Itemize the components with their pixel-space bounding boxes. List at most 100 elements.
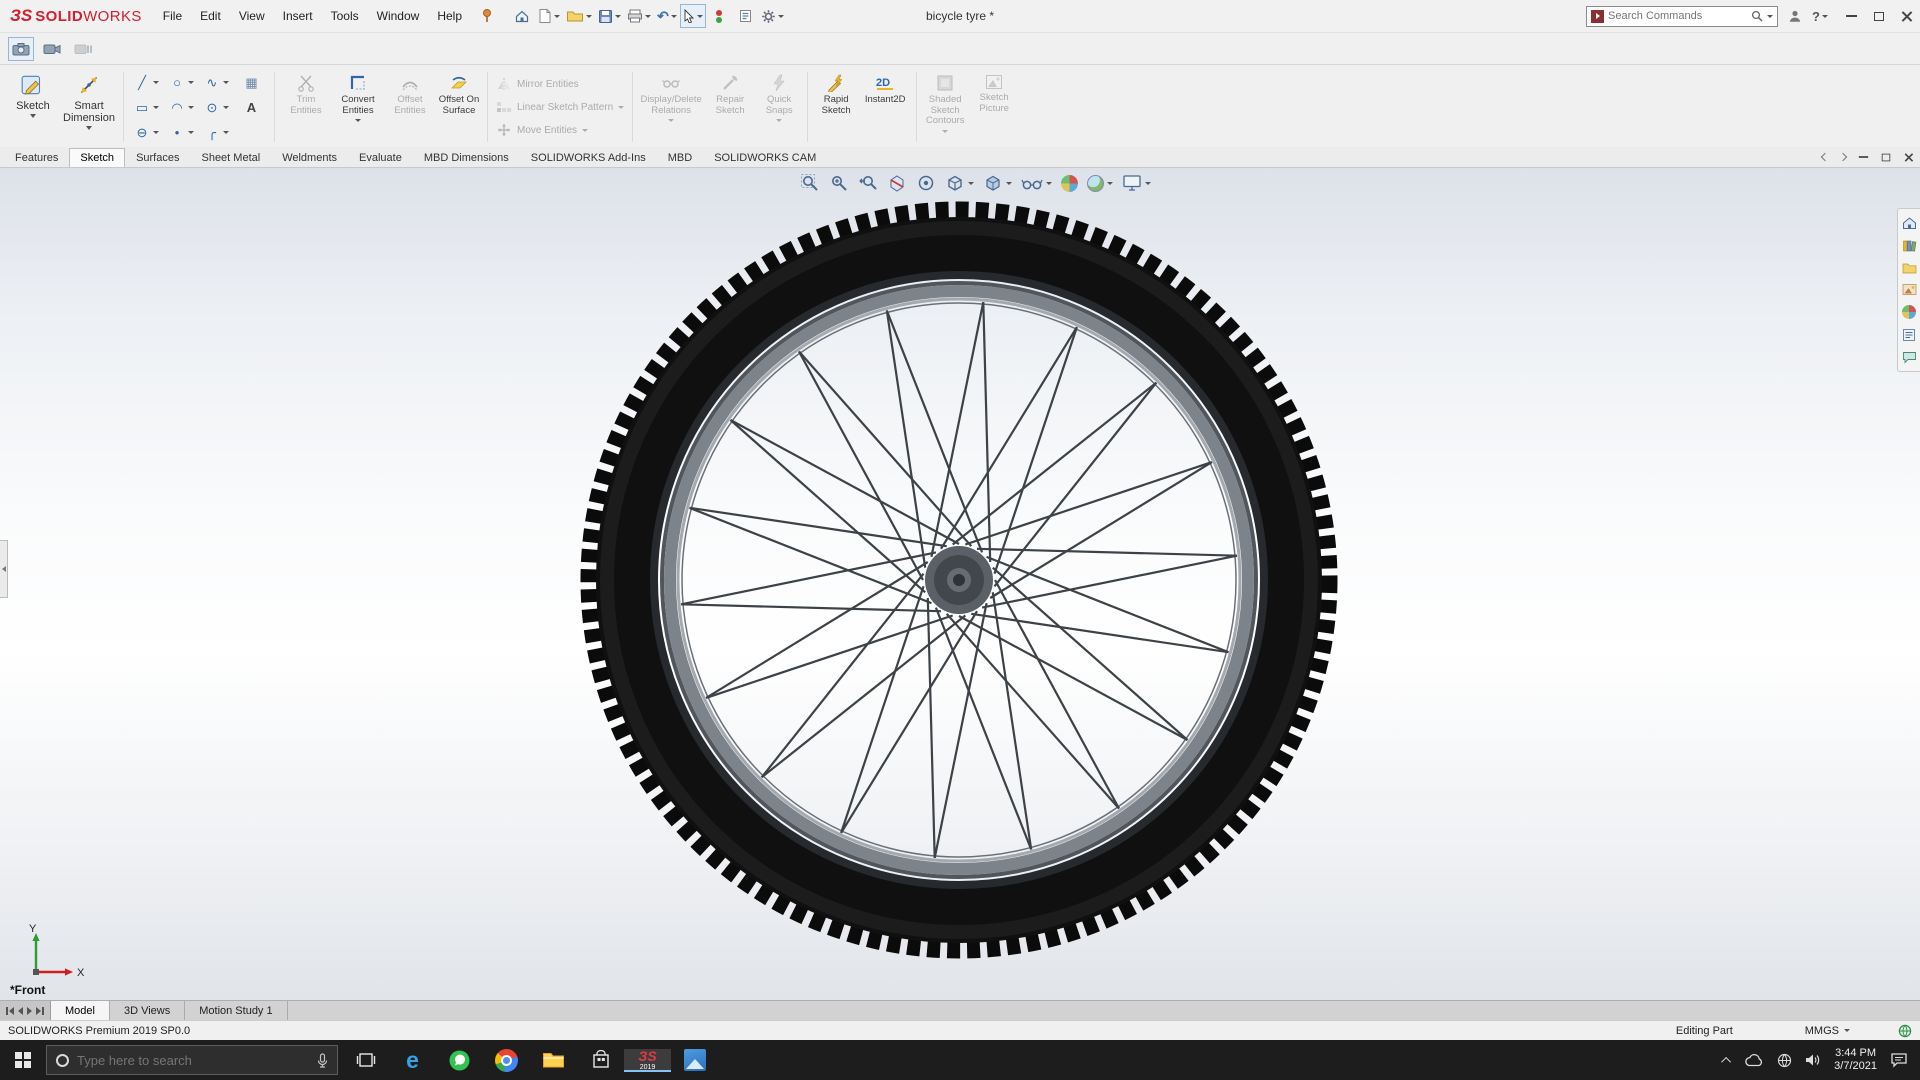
menu-tools[interactable]: Tools [322, 5, 368, 27]
appearances-scenes-icon[interactable] [1902, 305, 1916, 319]
document-restore-button[interactable] [1882, 153, 1891, 161]
menu-help[interactable]: Help [428, 5, 471, 27]
previous-document-icon[interactable] [1821, 153, 1829, 161]
taskbar-search-input[interactable] [77, 1053, 309, 1068]
zoom-to-fit-button[interactable] [800, 173, 820, 193]
quick-snaps-button[interactable]: Quick Snaps [756, 67, 802, 147]
fillet-tool-caret[interactable] [223, 131, 229, 134]
taskbar-search-box[interactable] [46, 1045, 338, 1075]
new-document-caret[interactable] [554, 15, 560, 18]
document-close-button[interactable] [1904, 153, 1913, 162]
next-tab-icon[interactable] [27, 1007, 32, 1015]
instant2d-button[interactable]: 2D Instant2D [859, 67, 911, 147]
units-selector[interactable]: MMGS [1805, 1025, 1850, 1037]
tab-surfaces[interactable]: Surfaces [125, 148, 190, 167]
zoom-to-area-button[interactable] [829, 173, 849, 193]
tab-weldments[interactable]: Weldments [271, 148, 348, 167]
save-caret[interactable] [615, 15, 621, 18]
ellipse-tool-caret[interactable] [223, 106, 229, 109]
linear-pattern-caret[interactable] [618, 106, 624, 109]
command-search-box[interactable] [1586, 6, 1778, 27]
hide-show-items-button[interactable] [1021, 173, 1052, 193]
rebuild-button[interactable] [706, 4, 732, 28]
graphics-viewport[interactable]: Y X *Front [0, 168, 1920, 1000]
dynamic-annotation-views-button[interactable] [916, 173, 936, 193]
task-view-button[interactable] [342, 1049, 389, 1072]
circle-tool-button[interactable]: ○ [164, 70, 199, 95]
tab-mbd[interactable]: MBD [657, 148, 703, 167]
text-tool-button[interactable]: A [234, 95, 269, 120]
menu-view[interactable]: View [230, 5, 274, 27]
status-globe-icon[interactable] [1898, 1024, 1912, 1038]
tab-sketch[interactable]: Sketch [69, 148, 125, 167]
minimize-button[interactable] [1846, 15, 1857, 17]
display-style-button[interactable] [983, 173, 1012, 193]
home-button[interactable] [509, 4, 535, 28]
line-tool-button[interactable]: ╱ [129, 70, 164, 95]
options-button[interactable] [758, 4, 787, 28]
help-button[interactable]: ? [1812, 9, 1828, 24]
featuremanager-flyout-handle[interactable] [0, 540, 8, 598]
print-caret[interactable] [645, 15, 651, 18]
previous-view-button[interactable] [858, 173, 878, 193]
sketch-button[interactable]: Sketch [6, 67, 60, 147]
spline-tool-caret[interactable] [223, 81, 229, 84]
pin-menu-button[interactable] [481, 8, 493, 24]
apply-scene-caret[interactable] [1107, 182, 1113, 185]
file-explorer-icon[interactable] [1902, 262, 1917, 274]
microphone-icon[interactable] [317, 1053, 328, 1068]
solidworks-taskbar-button[interactable]: ЗS 2019 [624, 1049, 671, 1072]
onedrive-cloud-icon[interactable] [1744, 1053, 1764, 1067]
options-caret[interactable] [778, 15, 784, 18]
solidworks-forum-icon[interactable] [1902, 351, 1917, 364]
open-caret[interactable] [586, 15, 592, 18]
help-caret[interactable] [1822, 15, 1828, 18]
maximize-button[interactable] [1874, 12, 1884, 21]
doc-tab-motion-study-1[interactable]: Motion Study 1 [185, 1001, 287, 1020]
menu-edit[interactable]: Edit [191, 5, 230, 27]
offset-entities-button[interactable]: Offset Entities [384, 67, 436, 147]
sketch-grid-tool-button[interactable]: ▦ [234, 70, 269, 95]
record-video-button[interactable] [39, 37, 65, 61]
menu-window[interactable]: Window [368, 5, 429, 27]
convert-entities-button[interactable]: Convert Entities [332, 67, 384, 147]
command-search-input[interactable] [1608, 10, 1747, 22]
repair-sketch-button[interactable]: Repair Sketch [704, 67, 756, 147]
chrome-button[interactable] [483, 1049, 530, 1072]
select-tool-button[interactable] [680, 4, 706, 28]
smart-dimension-button[interactable]: Smart Dimension [60, 67, 118, 147]
quick-snaps-caret[interactable] [776, 119, 782, 122]
open-button[interactable] [563, 4, 595, 28]
undo-caret[interactable] [671, 15, 677, 18]
circle-tool-caret[interactable] [188, 81, 194, 84]
document-minimize-button[interactable] [1859, 156, 1868, 158]
spline-tool-button[interactable]: ∿ [199, 70, 234, 95]
move-entities-button[interactable]: Move Entities [496, 121, 624, 139]
start-button[interactable] [0, 1040, 46, 1080]
image-capture-button[interactable] [8, 37, 34, 61]
point-tool-button[interactable]: • [164, 120, 199, 145]
previous-tab-icon[interactable] [18, 1007, 23, 1015]
new-document-button[interactable] [535, 4, 563, 28]
microsoft-store-button[interactable] [577, 1049, 624, 1072]
point-tool-caret[interactable] [188, 131, 194, 134]
edge-button[interactable]: e [389, 1049, 436, 1072]
shaded-sketch-contours-button[interactable]: Shaded Sketch Contours [922, 67, 968, 147]
menu-insert[interactable]: Insert [274, 5, 322, 27]
taskbar-clock[interactable]: 3:44 PM 3/7/2021 [1834, 1047, 1877, 1073]
view-settings-button[interactable] [1122, 174, 1151, 192]
slot-tool-button[interactable]: ⊖ [129, 120, 164, 145]
tab-sheet-metal[interactable]: Sheet Metal [190, 148, 271, 167]
save-button[interactable] [595, 4, 624, 28]
convert-entities-caret[interactable] [355, 119, 361, 122]
photos-button[interactable] [671, 1049, 718, 1072]
design-library-icon[interactable] [1902, 239, 1917, 253]
pause-record-button[interactable] [70, 37, 96, 61]
sketch-picture-button[interactable]: Sketch Picture [968, 67, 1020, 147]
section-view-button[interactable] [887, 173, 907, 193]
volume-icon[interactable] [1805, 1053, 1821, 1067]
display-style-caret[interactable] [1006, 182, 1012, 185]
last-tab-icon[interactable] [36, 1007, 44, 1015]
hide-show-items-caret[interactable] [1046, 182, 1052, 185]
rectangle-tool-caret[interactable] [153, 106, 159, 109]
